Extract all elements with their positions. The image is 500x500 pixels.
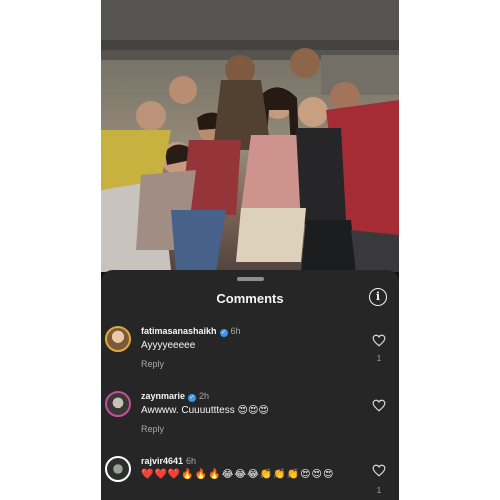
- comment-header: fatimasanashaikh ✓ 6h: [141, 326, 241, 337]
- avatar[interactable]: [105, 391, 131, 417]
- like-count: 1: [376, 354, 382, 363]
- verified-badge-icon: ✓: [188, 394, 197, 402]
- heart-icon[interactable]: [372, 334, 386, 347]
- instagram-screen: Comments i fatimasanashaikh ✓ 6h Ayyyyeeee…: [101, 0, 399, 500]
- sheet-title: Comments: [216, 291, 284, 306]
- avatar[interactable]: [105, 326, 131, 352]
- comment-text: Awwww. Cuuuutttess 😍😍😍: [141, 405, 269, 416]
- group-photo-illustration: [101, 0, 399, 272]
- drag-handle[interactable]: [237, 277, 264, 281]
- comment-header: rajvir4641 6h: [141, 456, 196, 466]
- reply-button[interactable]: Reply: [141, 424, 164, 434]
- comment-text: ❤️❤️❤️🔥🔥🔥😂😂😂👏👏👏😍😍😍: [141, 469, 335, 480]
- comment-time: 6h: [230, 326, 241, 336]
- comments-sheet: Comments i fatimasanashaikh ✓ 6h Ayyyyeeee…: [101, 270, 399, 500]
- comment-username[interactable]: rajvir4641: [141, 456, 183, 466]
- avatar[interactable]: [105, 456, 131, 482]
- reply-button[interactable]: Reply: [141, 359, 164, 369]
- comment-time: 6h: [186, 456, 197, 466]
- comment-text: Ayyyyeeeee: [141, 340, 196, 351]
- post-photo[interactable]: [101, 0, 399, 272]
- comment-username[interactable]: zaynmarie: [141, 391, 185, 401]
- comment-header: zaynmarie ✓ 2h: [141, 391, 209, 402]
- comment-username[interactable]: fatimasanashaikh: [141, 326, 217, 336]
- verified-badge-icon: ✓: [219, 329, 228, 337]
- info-icon[interactable]: i: [369, 288, 387, 306]
- heart-icon[interactable]: [372, 399, 386, 412]
- comment-time: 2h: [199, 391, 210, 401]
- like-count: 1: [376, 486, 382, 495]
- heart-icon[interactable]: [372, 464, 386, 477]
